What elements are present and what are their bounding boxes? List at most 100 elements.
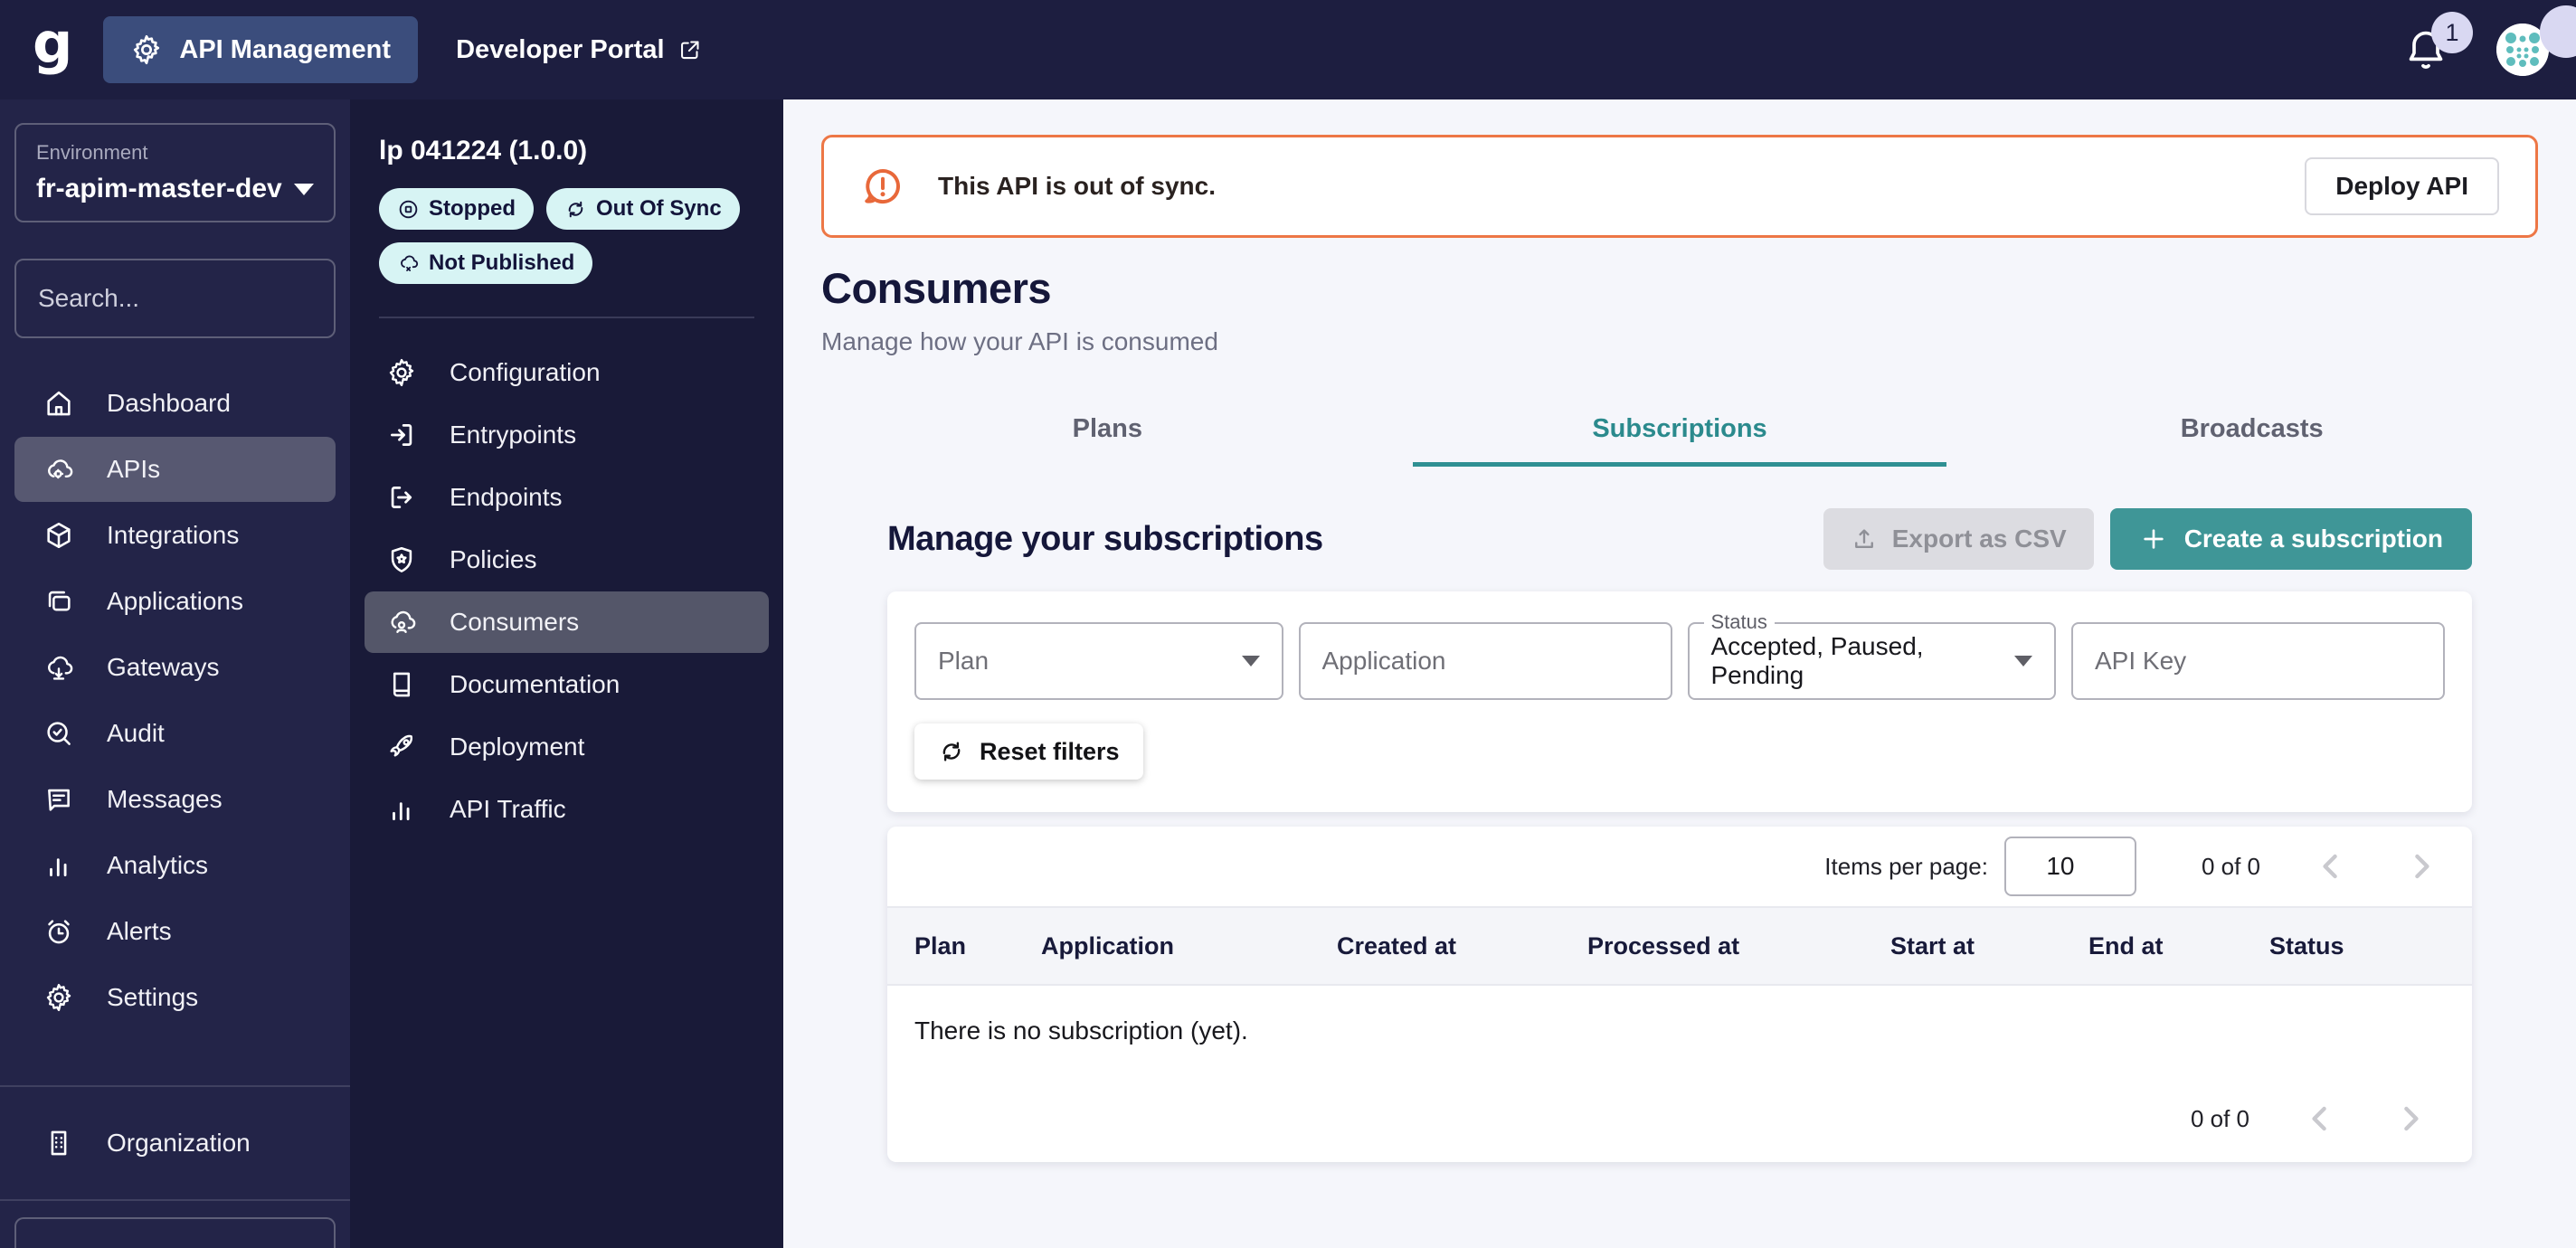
status-badge-out-of-sync: Out Of Sync — [546, 188, 740, 230]
column-header-created-at: Created at — [1337, 907, 1587, 985]
sidebar-item-gateways[interactable]: Gateways — [14, 635, 336, 700]
plan-filter-select[interactable]: Plan — [914, 622, 1283, 700]
windows-icon — [43, 586, 74, 617]
sidebar-item-organization[interactable]: Organization — [14, 1111, 336, 1176]
items-per-page-value: 10 — [2046, 852, 2074, 881]
api-management-nav[interactable]: API Management — [103, 16, 418, 83]
sidebar-item-label: Messages — [107, 785, 223, 814]
status-filter-select[interactable]: Status Accepted, Paused, Pending — [1688, 622, 2057, 700]
api-menu-item-consumers[interactable]: Consumers — [365, 591, 769, 653]
next-page-button[interactable] — [2401, 846, 2441, 886]
export-csv-button[interactable]: Export as CSV — [1823, 508, 2094, 570]
search-input[interactable] — [38, 284, 365, 313]
api-menu-item-label: Policies — [450, 545, 536, 574]
reset-filters-button[interactable]: Reset filters — [914, 723, 1143, 780]
table-header-row: Plan Application Created at Processed at… — [887, 907, 2472, 985]
column-header-plan: Plan — [887, 907, 1041, 985]
tab-plans[interactable]: Plans — [821, 391, 1394, 467]
sidebar-item-label: Dashboard — [107, 389, 231, 418]
environment-selector[interactable]: Environment fr-apim-master-dev — [14, 123, 336, 222]
cloud-down-icon — [43, 652, 74, 683]
create-subscription-label: Create a subscription — [2184, 525, 2443, 553]
home-icon — [43, 388, 74, 419]
sidebar-search[interactable] — [14, 259, 336, 338]
create-subscription-button[interactable]: Create a subscription — [2110, 508, 2472, 570]
tab-subscriptions[interactable]: Subscriptions — [1394, 391, 1966, 467]
developer-portal-nav[interactable]: Developer Portal — [456, 35, 701, 65]
api-menu-item-policies[interactable]: Policies — [365, 529, 769, 591]
filters-card: Plan Status Accepted, Paused, Pending — [887, 591, 2472, 812]
badge-label: Not Published — [429, 251, 574, 276]
main-sidebar: Environment fr-apim-master-dev Dashboard… — [0, 99, 350, 1248]
sidebar-item-alerts[interactable]: Alerts — [14, 899, 336, 964]
environment-label: Environment — [36, 141, 314, 165]
main-content: This API is out of sync. Deploy API Cons… — [783, 99, 2576, 1248]
table-paginator-bottom: 0 of 0 — [887, 1075, 2472, 1162]
refresh-icon — [938, 738, 965, 765]
sidebar-nav: Dashboard APIs Integrations Applications — [0, 371, 350, 1031]
empty-row: There is no subscription (yet). — [887, 985, 2472, 1075]
gravitee-logo-icon[interactable]: g — [33, 21, 72, 66]
gear-icon — [386, 357, 417, 388]
plan-filter-label: Plan — [938, 647, 1242, 676]
api-menu-item-label: Endpoints — [450, 483, 563, 512]
next-page-button[interactable] — [2391, 1099, 2430, 1139]
status-filter-value: Accepted, Paused, Pending — [1711, 632, 2015, 690]
column-header-status: Status — [2269, 907, 2472, 985]
top-bar: g API Management Developer Portal 1 — [0, 0, 2576, 99]
application-filter-field[interactable] — [1299, 622, 1672, 700]
deploy-api-button[interactable]: Deploy API — [2305, 157, 2499, 215]
rocket-icon — [386, 732, 417, 762]
api-management-label: API Management — [179, 35, 391, 65]
previous-page-button[interactable] — [2311, 846, 2351, 886]
api-menu-item-endpoints[interactable]: Endpoints — [365, 467, 769, 528]
badge-label: Out Of Sync — [596, 196, 722, 222]
notifications-button[interactable]: 1 — [2402, 26, 2449, 73]
api-menu-item-documentation[interactable]: Documentation — [365, 654, 769, 715]
chevron-right-icon — [2401, 846, 2441, 886]
subscriptions-table: Plan Application Created at Processed at… — [887, 906, 2472, 1075]
api-key-filter-input[interactable] — [2095, 647, 2421, 676]
status-badge-stopped: Stopped — [379, 188, 534, 230]
sidebar-item-applications[interactable]: Applications — [14, 569, 336, 634]
sidebar-item-dashboard[interactable]: Dashboard — [14, 371, 336, 436]
previous-page-button[interactable] — [2300, 1099, 2340, 1139]
alert-message: This API is out of sync. — [938, 172, 2305, 201]
sidebar-item-audit[interactable]: Audit — [14, 701, 336, 766]
tab-broadcasts[interactable]: Broadcasts — [1965, 391, 2538, 467]
api-menu-item-label: Deployment — [450, 733, 584, 761]
api-menu-item-api-traffic[interactable]: API Traffic — [365, 779, 769, 840]
api-menu-item-deployment[interactable]: Deployment — [365, 716, 769, 778]
api-menu-item-label: API Traffic — [450, 795, 566, 824]
sidebar-item-analytics[interactable]: Analytics — [14, 833, 336, 898]
stop-circle-icon — [397, 198, 420, 221]
chevron-down-icon — [2014, 656, 2032, 667]
sidebar-item-label: Gateways — [107, 653, 220, 682]
environment-value: fr-apim-master-dev — [36, 174, 282, 204]
status-badge-not-published: Not Published — [379, 242, 592, 284]
api-key-filter-field[interactable] — [2071, 622, 2445, 700]
upload-icon — [1851, 525, 1878, 553]
chevron-down-icon — [294, 184, 314, 195]
sidebar-item-label: Alerts — [107, 917, 172, 946]
org-icon — [43, 1128, 74, 1158]
cloud-gear-icon — [43, 454, 74, 485]
api-menu-item-label: Consumers — [450, 608, 579, 637]
sidebar-item-label: APIs — [107, 455, 160, 484]
application-filter-input[interactable] — [1322, 647, 1649, 676]
notification-count-badge: 1 — [2431, 12, 2473, 53]
arrow-in-icon — [386, 420, 417, 450]
items-per-page-select[interactable]: 10 — [2004, 837, 2136, 896]
sidebar-item-apis[interactable]: APIs — [14, 437, 336, 502]
page-range-label: 0 of 0 — [2191, 1105, 2249, 1133]
plus-icon — [2139, 525, 2168, 553]
api-menu-item-configuration[interactable]: Configuration — [365, 342, 769, 403]
sidebar-item-integrations[interactable]: Integrations — [14, 503, 336, 568]
api-menu-item-entrypoints[interactable]: Entrypoints — [365, 404, 769, 466]
reset-filters-label: Reset filters — [980, 738, 1120, 766]
sidebar-item-messages[interactable]: Messages — [14, 767, 336, 832]
column-header-processed-at: Processed at — [1587, 907, 1890, 985]
page-subtitle: Manage how your API is consumed — [821, 327, 2538, 356]
sidebar-item-settings[interactable]: Settings — [14, 965, 336, 1030]
empty-message: There is no subscription (yet). — [887, 985, 2472, 1075]
